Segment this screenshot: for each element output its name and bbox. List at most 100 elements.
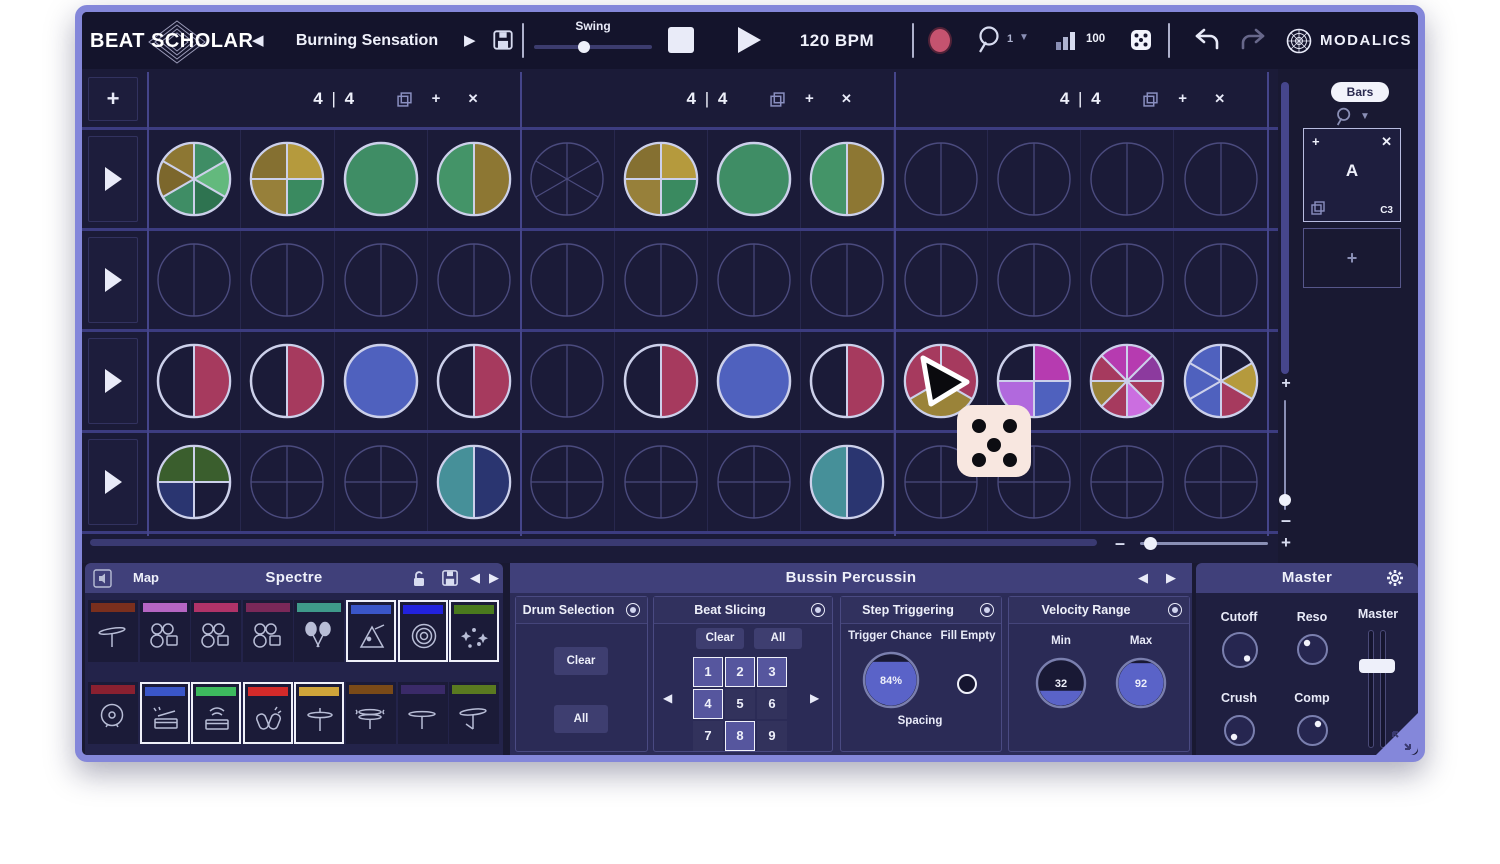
beat-circle-r4-b3-s3[interactable] [1081,432,1174,533]
instrument-tile-hihat-5[interactable] [294,682,344,744]
time-signature[interactable]: 4 | 4 [148,77,521,121]
pattern-name[interactable]: Burning Sensation [274,12,460,69]
instrument-tile-drumkit-2[interactable] [140,600,190,662]
instrument-tile-snare-2[interactable] [140,682,190,744]
slot-add-icon[interactable]: + [1312,134,1320,149]
beat-circle-r1-b1-s3[interactable] [335,129,428,230]
add-bar-icon[interactable]: + [1178,77,1187,121]
beat-circle-r3-b2-s1[interactable] [521,331,614,432]
velocity-max-gauge[interactable]: 92 [1113,655,1169,716]
instrument-tile-cymbal-flat-7[interactable] [398,682,448,744]
horizontal-zoom-slider[interactable] [1140,542,1268,545]
beat-circle-r3-b1-s1[interactable] [148,331,241,432]
trigger-chance-gauge[interactable]: 84% [860,649,922,716]
beat-circle-r3-b1-s4[interactable] [428,331,521,432]
plugin-prev-button[interactable]: ◀ [1138,570,1148,586]
horizontal-scrollbar[interactable] [90,539,1097,546]
delete-bar-icon[interactable]: ✕ [468,77,479,121]
lock-icon[interactable] [411,570,427,587]
duplicate-bar-icon[interactable] [397,92,412,107]
slice-count-2[interactable]: 2 [725,657,755,687]
pattern-prev-button[interactable]: ◀ [252,12,264,69]
instrument-tile-stars-8[interactable] [449,600,499,662]
add-bar-icon[interactable]: + [432,77,441,121]
add-row-button[interactable]: + [88,77,138,121]
row-play-button-2[interactable] [88,237,138,323]
beat-circle-r2-b2-s3[interactable] [708,230,801,331]
slice-next-button[interactable]: ▶ [810,691,819,705]
horizontal-zoom-handle[interactable] [1144,537,1157,550]
volume-control[interactable]: 100 [1054,28,1078,57]
drum-selection-radio[interactable] [626,603,640,617]
beat-circle-r1-b3-s2[interactable] [988,129,1081,230]
beat-circle-r1-b2-s4[interactable] [801,129,894,230]
slot-close-icon[interactable]: ✕ [1381,134,1392,150]
beat-circle-r2-b1-s3[interactable] [335,230,428,331]
bars-panel-title[interactable]: Bars [1331,82,1389,102]
kit-prev-button[interactable]: ◀ [470,570,480,586]
time-signature[interactable]: 4 | 4 [521,77,894,121]
crush-knob[interactable] [1223,714,1256,752]
beat-circle-r3-b1-s2[interactable] [241,331,334,432]
drum-selection-clear-button[interactable]: Clear [554,647,608,675]
instrument-tile-maracas-5[interactable] [294,600,344,662]
instrument-tile-cymbal-1[interactable] [88,600,138,662]
beat-circle-r4-b2-s4[interactable] [801,432,894,533]
beat-circle-r4-b3-s4[interactable] [1175,432,1268,533]
instrument-tile-triangle-6[interactable] [346,600,396,662]
instrument-tile-gong-7[interactable] [398,600,448,662]
slice-count-3[interactable]: 3 [757,657,787,687]
kit-next-button[interactable]: ▶ [489,570,499,586]
beat-circle-r4-b2-s1[interactable] [521,432,614,533]
slice-count-7[interactable]: 7 [693,721,723,751]
bpm-display[interactable]: 120 BPM [782,12,892,69]
resize-corner[interactable] [1376,713,1418,755]
beat-circle-r1-b3-s1[interactable] [895,129,988,230]
slice-count-8[interactable]: 8 [725,721,755,751]
zoom-out-vertical-button[interactable]: – [1276,510,1296,531]
beat-circle-r4-b1-s4[interactable] [428,432,521,533]
vertical-scrollbar[interactable] [1281,82,1289,374]
beat-circle-r2-b1-s4[interactable] [428,230,521,331]
instrument-tile-kick-1[interactable] [88,682,138,744]
instrument-tile-snare-buzz-3[interactable] [191,682,241,744]
instrument-tile-hihat-open-6[interactable] [346,682,396,744]
play-button[interactable] [736,26,762,54]
duplicate-icon[interactable] [1311,201,1325,215]
beat-circle-r1-b1-s1[interactable] [148,129,241,230]
beat-circle-r2-b2-s2[interactable] [615,230,708,331]
drum-selection-all-button[interactable]: All [554,705,608,733]
beat-circle-r2-b1-s2[interactable] [241,230,334,331]
slice-count-6[interactable]: 6 [757,689,787,719]
instrument-tile-clap-4[interactable] [243,682,293,744]
zoom-in-horizontal-button[interactable]: + [1276,533,1296,553]
fill-empty-toggle[interactable] [957,674,977,694]
beat-slicing-all-button[interactable]: All [754,628,802,649]
beat-circle-r2-b1-s1[interactable] [148,230,241,331]
slice-count-9[interactable]: 9 [757,721,787,751]
save-kit-icon[interactable] [441,569,459,587]
beat-circle-r1-b2-s3[interactable] [708,129,801,230]
row-play-button-4[interactable] [88,439,138,525]
zoom-out-horizontal-button[interactable]: – [1110,533,1130,554]
stop-button[interactable] [668,27,694,53]
velocity-min-gauge[interactable]: 32 [1033,655,1089,716]
velocity-range-radio[interactable] [1168,603,1182,617]
beat-circle-r1-b1-s2[interactable] [241,129,334,230]
beat-circle-r2-b3-s2[interactable] [988,230,1081,331]
step-triggering-radio[interactable] [980,603,994,617]
reso-knob[interactable] [1296,633,1329,671]
beat-circle-r1-b1-s4[interactable] [428,129,521,230]
beat-circle-r2-b3-s1[interactable] [895,230,988,331]
master-fader-handle[interactable] [1359,659,1395,673]
beat-circle-r1-b2-s1[interactable] [521,129,614,230]
undo-icon[interactable] [1192,27,1220,53]
quantize-control[interactable]: 1 ▼ [975,25,1001,60]
beat-circle-r4-b1-s2[interactable] [241,432,334,533]
pattern-next-button[interactable]: ▶ [464,12,476,69]
comp-knob[interactable] [1296,714,1329,752]
slice-prev-button[interactable]: ◀ [663,691,672,705]
instrument-tile-ride-8[interactable] [449,682,499,744]
slice-count-4[interactable]: 4 [693,689,723,719]
record-button[interactable] [928,27,952,54]
